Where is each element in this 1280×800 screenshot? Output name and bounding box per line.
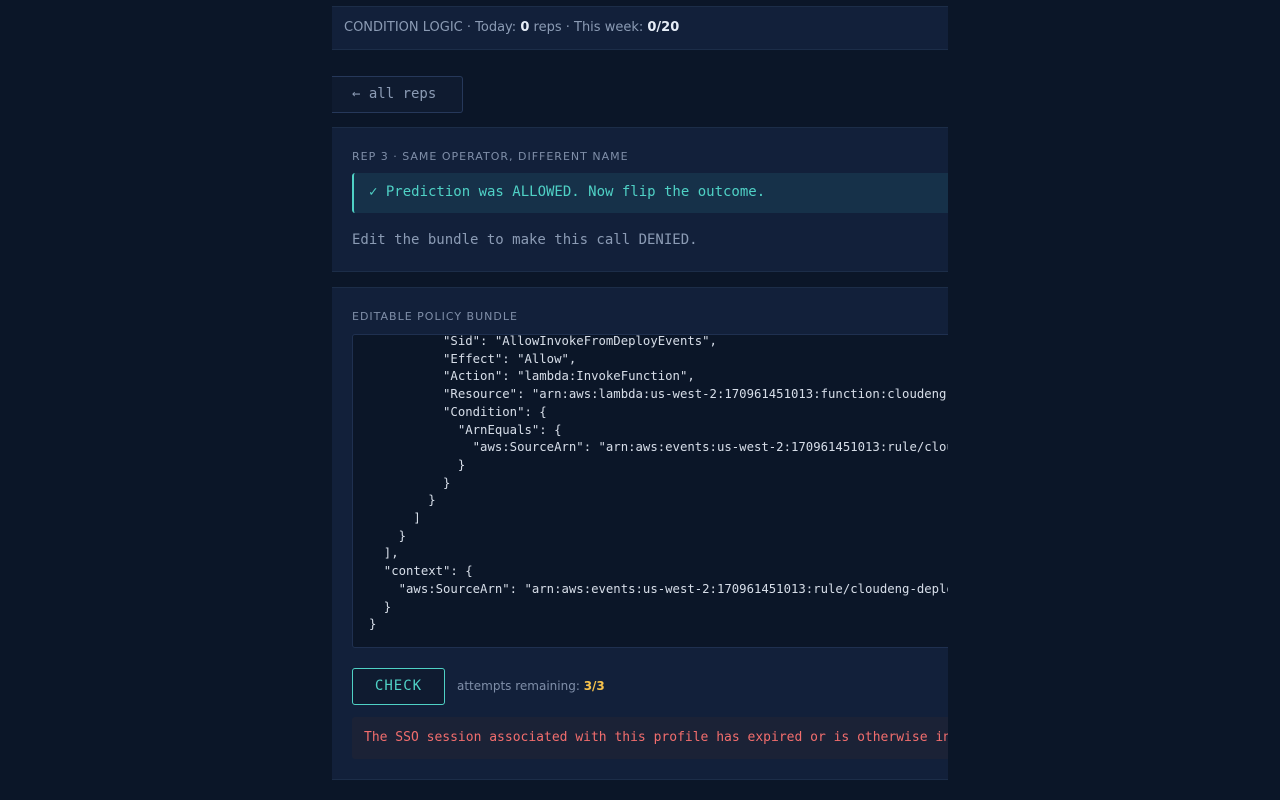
policy-code[interactable]: "Sid": "AllowInvokeFromDeployEvents", "E…: [369, 335, 948, 634]
attempts-value: 3/3: [583, 679, 605, 693]
progress-bar-header: CONDITION LOGIC · Today: 0 reps · This w…: [332, 6, 948, 50]
main-column: CONDITION LOGIC · Today: 0 reps · This w…: [332, 0, 948, 800]
today-label: Today:: [475, 20, 521, 35]
week-count: 0/20: [647, 20, 680, 35]
rep-eyebrow: REP 3 · SAME OPERATOR, DIFFERENT NAME: [352, 150, 629, 163]
rep-card: REP 3 · SAME OPERATOR, DIFFERENT NAME ✓ …: [332, 127, 948, 272]
bundle-eyebrow: EDITABLE POLICY BUNDLE: [352, 310, 518, 323]
policy-code-editor[interactable]: "Sid": "AllowInvokeFromDeployEvents", "E…: [352, 334, 948, 648]
check-button[interactable]: CHECK: [352, 668, 445, 705]
week-label: This week:: [574, 20, 648, 35]
all-reps-back-button[interactable]: ← all reps: [332, 76, 463, 113]
policy-bundle-card: EDITABLE POLICY BUNDLE "Sid": "AllowInvo…: [332, 287, 948, 780]
attempts-remaining: attempts remaining: 3/3: [457, 679, 605, 693]
prediction-notice: ✓ Prediction was ALLOWED. Now flip the o…: [352, 173, 948, 213]
error-message: The SSO session associated with this pro…: [352, 717, 948, 759]
module-title: CONDITION LOGIC: [344, 20, 463, 35]
instruction-text: Edit the bundle to make this call DENIED…: [352, 232, 698, 248]
